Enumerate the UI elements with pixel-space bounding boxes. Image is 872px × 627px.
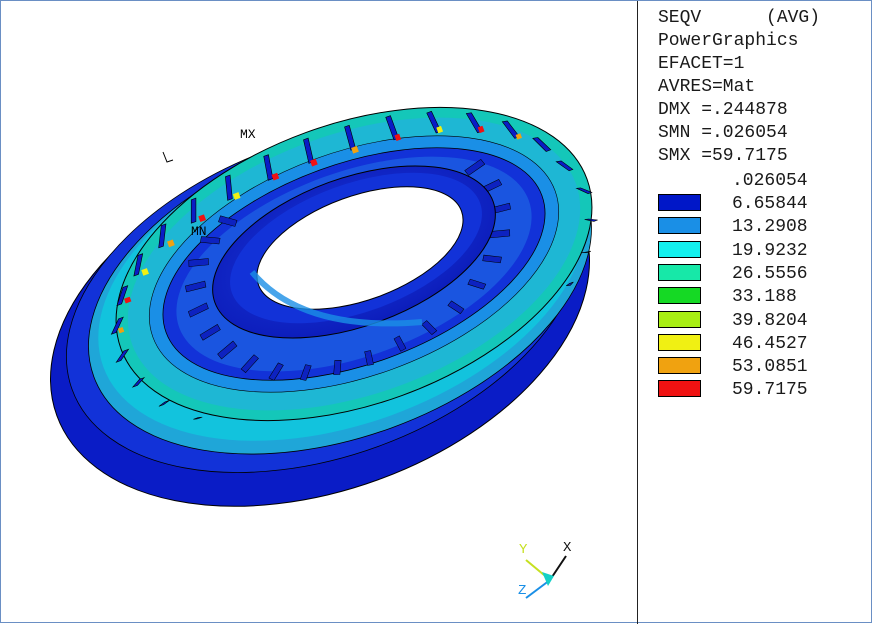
legend-dmx: DMX =.244878 xyxy=(658,100,788,120)
triad-z-label: Z xyxy=(518,583,526,599)
legend-level-value: 6.65844 xyxy=(732,194,808,214)
legend-min-value: .026054 xyxy=(732,171,808,191)
legend-level-value: 39.8204 xyxy=(732,310,808,331)
legend-swatch xyxy=(658,357,701,375)
fe-model-svg: MX MN Y X Z xyxy=(50,106,598,599)
legend-result-label: SEQV (AVG) xyxy=(658,8,821,28)
mn-marker: MN xyxy=(191,224,207,239)
legend-swatch xyxy=(658,263,701,281)
legend-level-value: 19.9232 xyxy=(732,240,808,261)
legend-swatch xyxy=(658,194,701,211)
z-axis-line xyxy=(525,579,551,599)
triad-y-label: Y xyxy=(519,542,528,558)
legend-powergraphics: PowerGraphics xyxy=(658,31,799,51)
mx-marker: MX xyxy=(240,127,256,142)
legend-level-value: 59.7175 xyxy=(732,380,808,401)
axis-triad: Y X Z xyxy=(518,540,572,599)
legend-swatch xyxy=(658,240,701,258)
legend-smx: SMX =59.7175 xyxy=(658,146,788,166)
legend-avres: AVRES=Mat xyxy=(658,77,756,97)
legend-efacet: EFACET=1 xyxy=(658,54,745,74)
legend-swatch xyxy=(658,380,701,398)
legend-level-value: 53.0851 xyxy=(732,357,808,378)
legend-level-value: 13.2908 xyxy=(732,217,808,238)
legend-swatch xyxy=(658,217,701,235)
triad-x-label: X xyxy=(563,540,572,556)
model-viewport[interactable]: MX MN Y X Z xyxy=(2,2,637,622)
legend-smn: SMN =.026054 xyxy=(658,123,788,143)
legend-level-value: 26.5556 xyxy=(732,263,808,284)
legend-swatch xyxy=(658,333,701,351)
legend-level-value: 46.4527 xyxy=(732,333,808,354)
legend-swatch xyxy=(658,310,701,328)
ansys-graphics-window: MX MN Y X Z SEQV (AVG) PowerGraphics EFA… xyxy=(0,0,872,624)
legend-divider xyxy=(637,1,638,624)
legend-level-value: 33.188 xyxy=(732,287,797,308)
legend-swatch xyxy=(658,287,701,305)
